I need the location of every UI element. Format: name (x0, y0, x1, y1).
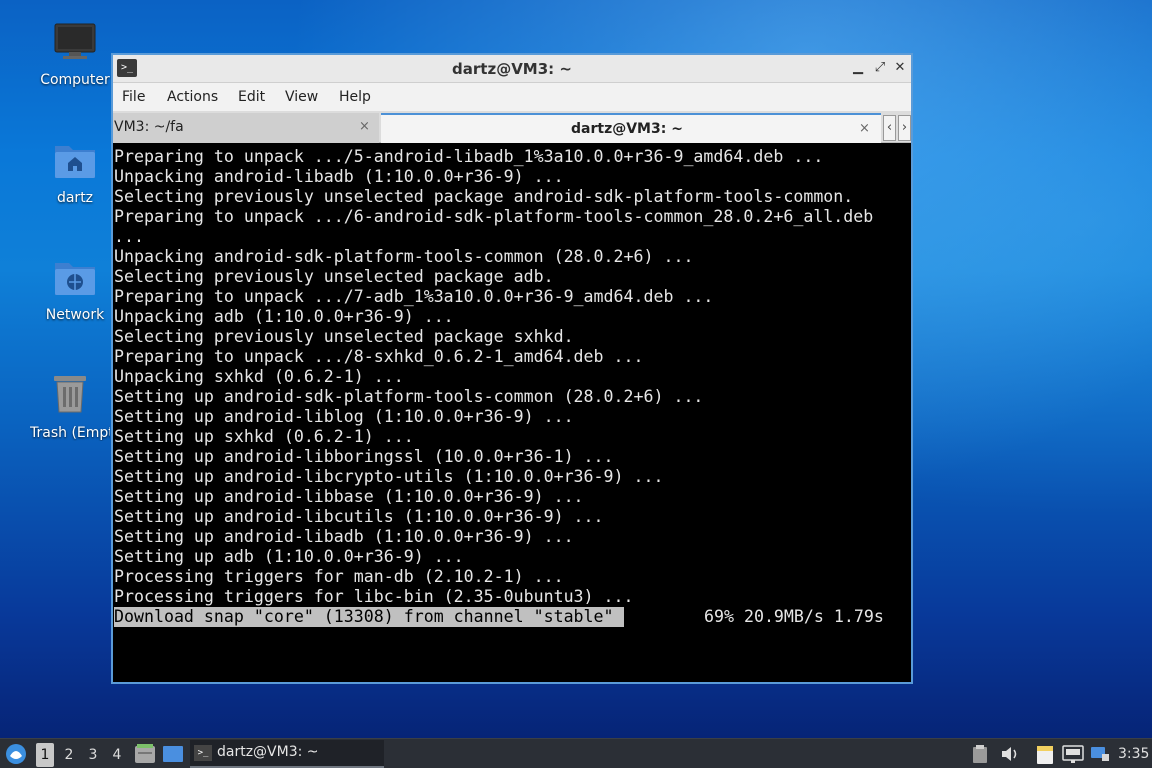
terminal-line: Selecting previously unselected package … (114, 267, 554, 286)
notes-icon (1037, 746, 1053, 764)
terminal-line: Unpacking android-libadb (1:10.0.0+r36-9… (114, 167, 564, 186)
terminal-line: Preparing to unpack .../5-android-libadb… (114, 147, 824, 166)
desktop-icon-home[interactable]: dartz (30, 140, 120, 206)
tab-bar: VM3: ~/fa × dartz@VM3: ~ × ‹ › (113, 111, 911, 143)
clock[interactable]: 3:35 (1118, 739, 1149, 768)
notification-icon (1091, 747, 1109, 761)
workspace-1[interactable]: 1 (36, 743, 54, 767)
tab-label: VM3: ~/fa (114, 119, 184, 135)
tab-dartz-vm3[interactable]: dartz@VM3: ~ × (381, 113, 881, 143)
window-title: dartz@VM3: ~ (452, 60, 572, 78)
menu-bar: File Actions Edit View Help (113, 83, 911, 111)
menu-file[interactable]: File (122, 89, 145, 105)
workspace-4[interactable]: 4 (108, 743, 126, 767)
task-label: dartz@VM3: ~ (217, 744, 319, 760)
desktop-icon-label: Network (45, 307, 105, 323)
tab-scroll-right-button[interactable]: › (898, 115, 911, 141)
window-titlebar[interactable]: >_ dartz@VM3: ~ ▁ ⤢ ✕ (113, 55, 911, 83)
terminal-line: Processing triggers for man-db (2.10.2-1… (114, 567, 564, 586)
desktop-icon-label: dartz (56, 190, 94, 206)
menu-view[interactable]: View (285, 89, 318, 105)
terminal-window[interactable]: >_ dartz@VM3: ~ ▁ ⤢ ✕ File Actions Edit … (111, 53, 913, 684)
tab-label: dartz@VM3: ~ (571, 121, 683, 137)
snap-download-progress-line: Download snap "core" (13308) from channe… (114, 607, 624, 627)
tab-scroll-left-button[interactable]: ‹ (883, 115, 896, 141)
terminal-line: Preparing to unpack .../8-sxhkd_0.6.2-1_… (114, 347, 644, 366)
trash-icon (30, 373, 110, 419)
workspace-2[interactable]: 2 (60, 743, 78, 767)
terminal-icon: >_ (194, 745, 212, 761)
clipboard-tray-icon[interactable] (972, 745, 988, 763)
terminal-line: ... (114, 227, 144, 246)
tab-vm3-fa[interactable]: VM3: ~/fa × (113, 113, 379, 143)
terminal-line: Setting up android-libcrypto-utils (1:10… (114, 467, 664, 486)
terminal-line: Unpacking adb (1:10.0.0+r36-9) ... (114, 307, 454, 326)
update-tray-icon[interactable] (1090, 745, 1110, 763)
desktop-icon-label: Computer (40, 72, 110, 88)
terminal-line: Setting up adb (1:10.0.0+r36-9) ... (114, 547, 464, 566)
menu-actions[interactable]: Actions (167, 89, 218, 105)
desktop-icon-network[interactable]: Network (30, 257, 120, 323)
workspace-3[interactable]: 3 (84, 743, 102, 767)
terminal-line: Setting up android-libbase (1:10.0.0+r36… (114, 487, 584, 506)
notes-tray-icon[interactable] (1036, 745, 1054, 764)
taskbar-task-terminal[interactable]: >_ dartz@VM3: ~ (190, 740, 384, 768)
tab-close-button[interactable]: × (859, 121, 870, 136)
computer-icon (30, 22, 120, 66)
home-folder-icon (30, 140, 120, 184)
terminal-line: Selecting previously unselected package … (114, 327, 574, 346)
terminal-line: Selecting previously unselected package … (114, 187, 854, 206)
terminal-line: Setting up android-liblog (1:10.0.0+r36-… (114, 407, 574, 426)
start-menu-button[interactable] (4, 742, 28, 766)
terminal-line: Setting up android-sdk-platform-tools-co… (114, 387, 704, 406)
menu-help[interactable]: Help (339, 89, 371, 105)
terminal-line: Setting up android-libboringssl (10.0.0+… (114, 447, 614, 466)
terminal-line: Setting up sxhkd (0.6.2-1) ... (114, 427, 414, 446)
terminal-line: Setting up android-libcutils (1:10.0.0+r… (114, 507, 604, 526)
terminal-line: Preparing to unpack .../7-adb_1%3a10.0.0… (114, 287, 714, 306)
file-manager-icon (135, 744, 155, 763)
desktop-icon-label: Trash (Empty) (30, 425, 110, 441)
terminal-line: Preparing to unpack .../6-android-sdk-pl… (114, 207, 874, 226)
file-manager-launcher[interactable] (134, 743, 156, 768)
network-icon (1062, 745, 1084, 763)
snap-download-progress-stats: 69% 20.9MB/s 1.79s (704, 607, 884, 626)
tab-close-button[interactable]: × (359, 119, 370, 134)
network-tray-icon[interactable] (1062, 745, 1084, 763)
terminal-output[interactable]: Preparing to unpack .../5-android-libadb… (114, 147, 910, 682)
taskbar: 1 2 3 4 >_ dartz@VM3: ~ 3:35 (0, 738, 1152, 768)
desktop-icon-computer[interactable]: Computer (30, 22, 120, 88)
terminal-line: Unpacking sxhkd (0.6.2-1) ... (114, 367, 404, 386)
volume-tray-icon[interactable] (1000, 745, 1020, 763)
desktop-icon (163, 746, 183, 762)
clipboard-icon (973, 745, 987, 763)
volume-icon (1002, 747, 1017, 761)
show-desktop-button[interactable] (162, 744, 184, 768)
terminal-line: Unpacking android-sdk-platform-tools-com… (114, 247, 694, 266)
close-button[interactable]: ✕ (891, 59, 909, 77)
minimize-button[interactable]: ▁ (849, 59, 867, 77)
desktop-icon-trash[interactable]: Trash (Empty) (30, 373, 110, 441)
lubuntu-logo-icon (6, 744, 26, 764)
terminal-line: Setting up android-libadb (1:10.0.0+r36-… (114, 527, 574, 546)
maximize-button[interactable]: ⤢ (871, 59, 889, 77)
network-folder-icon (30, 257, 120, 301)
menu-edit[interactable]: Edit (238, 89, 265, 105)
terminal-line: Processing triggers for libc-bin (2.35-0… (114, 587, 634, 606)
